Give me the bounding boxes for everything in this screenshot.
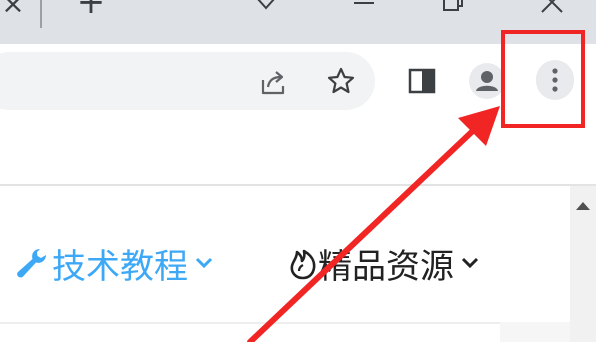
- tab-search-icon[interactable]: [254, 0, 278, 14]
- side-panel-icon[interactable]: [408, 68, 436, 94]
- sidebar-column: [500, 322, 570, 342]
- tab-separator: [40, 0, 42, 28]
- flame-icon: [290, 249, 316, 280]
- bookmark-star-icon[interactable]: [326, 66, 356, 96]
- tab-close-button[interactable]: ×: [0, 0, 26, 24]
- nav-item-label: 精品资源: [318, 246, 454, 287]
- new-tab-button[interactable]: +: [74, 0, 108, 22]
- nav-item-tutorials[interactable]: 技术教程: [14, 238, 214, 288]
- nav-item-premium-resources[interactable]: 精品资源: [288, 238, 480, 288]
- profile-avatar[interactable]: [469, 63, 505, 99]
- address-bar[interactable]: [0, 52, 375, 110]
- highlight-box: [501, 30, 585, 128]
- minimize-button[interactable]: [344, 0, 384, 18]
- window-close-button[interactable]: [536, 0, 570, 14]
- nav-item-label: 技术教程: [52, 246, 188, 287]
- scroll-up-arrow-icon[interactable]: [574, 200, 592, 212]
- restore-button[interactable]: [440, 0, 468, 14]
- chevron-down-icon: [195, 257, 213, 269]
- wrench-icon: [17, 249, 46, 278]
- chevron-down-icon: [461, 257, 479, 269]
- person-icon: [476, 71, 498, 91]
- share-icon[interactable]: [257, 66, 289, 98]
- nav-divider: [0, 322, 570, 324]
